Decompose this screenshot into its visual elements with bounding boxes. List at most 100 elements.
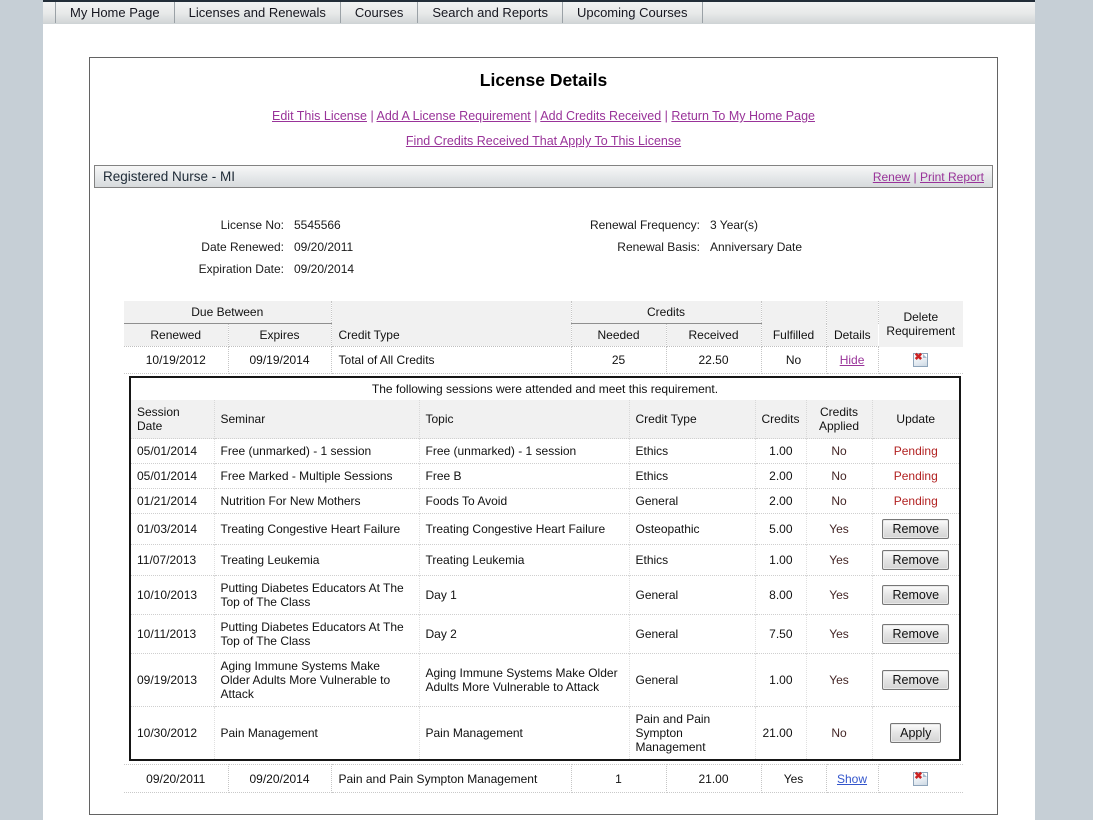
group-header-credits: Credits — [571, 301, 761, 324]
info-label: Renewal Basis: — [454, 236, 700, 258]
pending-status: Pending — [894, 494, 938, 508]
seminar-cell: Free Marked - Multiple Sessions — [214, 464, 419, 489]
page-title: License Details — [90, 70, 997, 91]
topic-cell: Free B — [419, 464, 629, 489]
seminar-cell: Pain Management — [214, 707, 419, 761]
credit-type-cell: Total of All Credits — [331, 347, 571, 374]
tab-licenses-and-renewals[interactable]: Licenses and Renewals — [175, 2, 341, 23]
renewed-cell: 09/20/2011 — [124, 765, 228, 793]
link-separator: | — [531, 109, 541, 123]
action-link-edit-this-license[interactable]: Edit This License — [272, 109, 367, 123]
column-header-session-date: Session Date — [130, 400, 214, 439]
page: My Home PageLicenses and RenewalsCourses… — [0, 0, 1093, 820]
credits-applied-cell: Yes — [806, 576, 872, 615]
info-value: 5545566 — [284, 218, 341, 232]
action-link-return-to-my-home-page[interactable]: Return To My Home Page — [671, 109, 815, 123]
license-header-links: Renew | Print Report — [873, 170, 984, 184]
requirements-header-row: Renewed Expires Credit Type Needed Recei… — [124, 324, 963, 347]
info-label: Renewal Frequency: — [454, 214, 700, 236]
info-value: 3 Year(s) — [700, 218, 758, 232]
session-row: 01/21/2014Nutrition For New MothersFoods… — [130, 489, 960, 514]
tab-upcoming-courses[interactable]: Upcoming Courses — [563, 2, 703, 23]
credits-cell: 21.00 — [755, 707, 806, 761]
requirement-row-bottom: 09/20/2011 09/20/2014 Pain and Pain Symp… — [124, 764, 963, 793]
column-header-credit-type: Credit Type — [629, 400, 755, 439]
credit-type-cell: Ethics — [629, 545, 755, 576]
remove-button[interactable]: Remove — [882, 519, 949, 539]
delete-requirement-icon[interactable] — [913, 353, 928, 367]
show-details-link[interactable]: Show — [837, 772, 867, 786]
needed-cell: 25 — [571, 347, 666, 374]
seminar-cell: Putting Diabetes Educators At The Top of… — [214, 576, 419, 615]
credits-cell: 2.00 — [755, 464, 806, 489]
column-header-credit-type: Credit Type — [331, 324, 571, 347]
tab-my-home-page[interactable]: My Home Page — [55, 2, 175, 23]
update-cell: Remove — [872, 654, 960, 707]
license-info-row: Expiration Date:09/20/2014 — [94, 258, 454, 280]
hide-details-link[interactable]: Hide — [840, 353, 865, 367]
session-date-cell: 01/21/2014 — [130, 489, 214, 514]
delete-cell — [878, 347, 963, 374]
requirement-row: 09/20/2011 09/20/2014 Pain and Pain Symp… — [124, 765, 963, 793]
topic-cell: Free (unmarked) - 1 session — [419, 439, 629, 464]
info-value: 09/20/2011 — [284, 240, 353, 254]
requirement-row: 10/19/2012 09/19/2014 Total of All Credi… — [124, 347, 963, 374]
license-title: Registered Nurse - MI — [103, 169, 235, 184]
renew-link[interactable]: Renew — [873, 170, 910, 184]
session-row: 01/03/2014 Treating Congestive Heart Fail… — [130, 514, 960, 545]
requirements-group-header-row: Due Between Credits Delete Requirement — [124, 301, 963, 324]
received-cell: 22.50 — [666, 347, 761, 374]
license-details-panel: License Details Edit This License | Add … — [89, 57, 998, 815]
column-header-seminar: Seminar — [214, 400, 419, 439]
apply-button[interactable]: Apply — [890, 723, 941, 743]
column-header-topic: Topic — [419, 400, 629, 439]
tab-search-and-reports[interactable]: Search and Reports — [418, 2, 563, 23]
sessions-table: The following sessions were attended and… — [129, 376, 961, 761]
column-header-received: Received — [666, 324, 761, 347]
update-cell: Remove — [872, 545, 960, 576]
session-row: 10/10/2013Putting Diabetes Educators At … — [130, 576, 960, 615]
needed-cell: 1 — [571, 765, 666, 793]
delete-requirement-icon[interactable] — [913, 772, 928, 786]
sessions-caption: The following sessions were attended and… — [130, 377, 960, 400]
tab-courses[interactable]: Courses — [341, 2, 418, 23]
sessions-caption-row: The following sessions were attended and… — [130, 377, 960, 400]
session-date-cell: 10/30/2012 — [130, 707, 214, 761]
license-info-row: Renewal Frequency:3 Year(s) — [454, 214, 802, 236]
info-label: Date Renewed: — [94, 236, 284, 258]
credit-type-cell: Osteopathic — [629, 514, 755, 545]
print-report-link[interactable]: Print Report — [920, 170, 984, 184]
remove-button[interactable]: Remove — [882, 585, 949, 605]
remove-button[interactable]: Remove — [882, 624, 949, 644]
credit-type-cell: Pain and Pain Sympton Management — [331, 765, 571, 793]
action-link-add-credits-received[interactable]: Add Credits Received — [540, 109, 661, 123]
session-row: 10/30/2012Pain ManagementPain Management… — [130, 707, 960, 761]
session-row: 05/01/2014Free (unmarked) - 1 sessionFre… — [130, 439, 960, 464]
credits-cell: 2.00 — [755, 489, 806, 514]
credits-applied-cell: Yes — [806, 654, 872, 707]
session-date-cell: 01/03/2014 — [130, 514, 214, 545]
credit-type-cell: Pain and Pain Sympton Management — [629, 707, 755, 761]
remove-button[interactable]: Remove — [882, 550, 949, 570]
info-label: License No: — [94, 214, 284, 236]
session-date-cell: 10/11/2013 — [130, 615, 214, 654]
seminar-cell: Aging Immune Systems Make Older Adults M… — [214, 654, 419, 707]
main-column: My Home PageLicenses and RenewalsCourses… — [43, 0, 1035, 820]
session-row: 10/11/2013Putting Diabetes Educators At … — [130, 615, 960, 654]
topic-cell: Treating Congestive Heart Failure — [419, 514, 629, 545]
renewed-cell: 10/19/2012 — [124, 347, 228, 374]
topic-cell: Aging Immune Systems Make Older Adults M… — [419, 654, 629, 707]
remove-button[interactable]: Remove — [882, 670, 949, 690]
find-credits-link[interactable]: Find Credits Received That Apply To This… — [406, 134, 681, 148]
session-row: 09/19/2013Aging Immune Systems Make Olde… — [130, 654, 960, 707]
action-link-add-a-license-requirement[interactable]: Add A License Requirement — [376, 109, 530, 123]
credit-type-cell: General — [629, 576, 755, 615]
delete-cell — [878, 765, 963, 793]
credits-applied-cell: Yes — [806, 514, 872, 545]
license-header-bar: Registered Nurse - MI Renew | Print Repo… — [94, 165, 993, 188]
link-separator: | — [661, 109, 671, 123]
session-date-cell: 11/07/2013 — [130, 545, 214, 576]
column-header-delete-requirement: Delete Requirement — [878, 301, 963, 347]
seminar-cell: Free (unmarked) - 1 session — [214, 439, 419, 464]
update-cell: Remove — [872, 514, 960, 545]
